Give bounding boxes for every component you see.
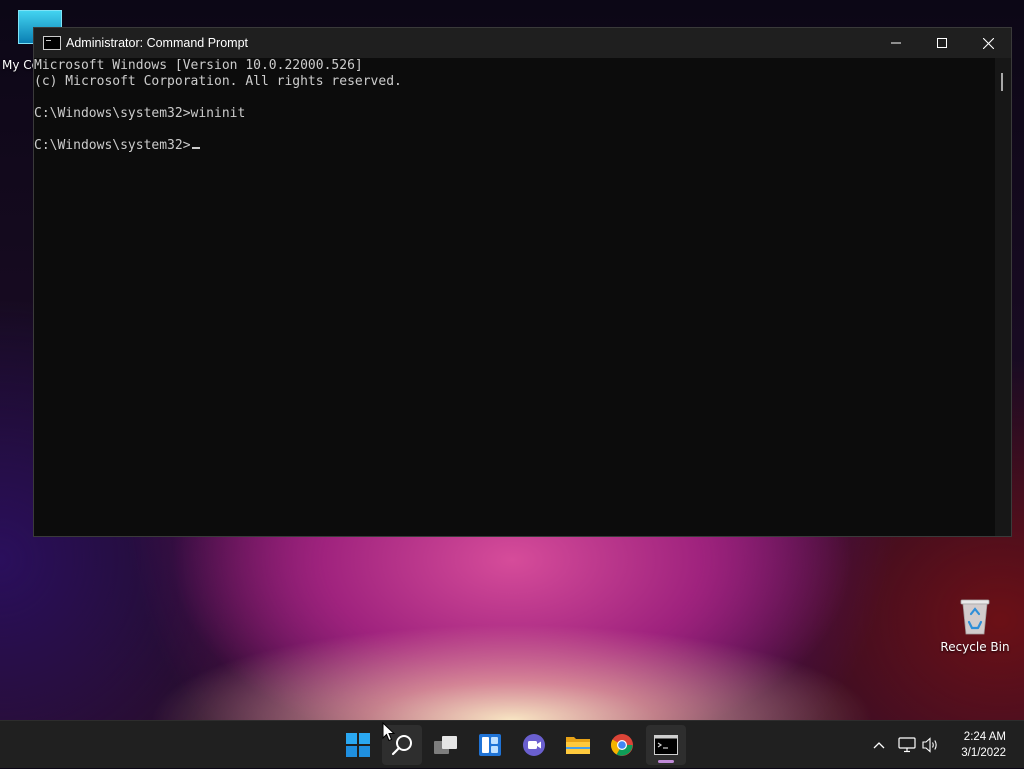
desktop-icon-label: Recycle Bin: [940, 640, 1010, 654]
widgets-button[interactable]: [470, 725, 510, 765]
recycle-bin-icon: [958, 596, 992, 636]
widgets-icon: [479, 734, 501, 756]
file-explorer-button[interactable]: [558, 725, 598, 765]
window-title: Administrator: Command Prompt: [66, 36, 249, 50]
folder-icon: [566, 737, 590, 754]
console-line: (c) Microsoft Corporation. All rights re…: [34, 74, 402, 89]
close-button[interactable]: [965, 28, 1011, 58]
clock-time: 2:24 AM: [963, 731, 1006, 743]
mouse-pointer-icon: [382, 722, 396, 742]
minimize-icon: [891, 42, 901, 44]
window-titlebar[interactable]: Administrator: Command Prompt: [34, 28, 1011, 58]
volume-icon: [922, 737, 937, 753]
volume-button[interactable]: [920, 721, 942, 769]
teams-chat-icon: [523, 734, 545, 756]
clock[interactable]: 2:24 AM 3/1/2022: [961, 729, 1006, 761]
chrome-button[interactable]: [602, 725, 642, 765]
text-cursor: [191, 147, 200, 149]
desktop-icon-recycle-bin[interactable]: Recycle Bin: [940, 596, 1010, 654]
console-prompt-line[interactable]: C:\Windows\system32>: [34, 138, 200, 154]
chevron-up-icon: [873, 742, 885, 749]
maximize-button[interactable]: [919, 28, 965, 58]
console-prompt: C:\Windows\system32>: [34, 138, 191, 153]
scrollbar-thumb[interactable]: [1001, 73, 1003, 91]
vertical-scrollbar[interactable]: [995, 58, 1011, 536]
chrome-icon: [611, 734, 633, 756]
show-hidden-icons-button[interactable]: [868, 721, 890, 769]
network-icon: [898, 737, 916, 753]
chat-button[interactable]: [514, 725, 554, 765]
active-app-indicator: [658, 760, 674, 763]
command-prompt-window[interactable]: Administrator: Command Prompt Microsoft …: [33, 27, 1012, 537]
console-output[interactable]: Microsoft Windows [Version 10.0.22000.52…: [34, 58, 995, 536]
network-button[interactable]: [896, 721, 918, 769]
clock-date: 3/1/2022: [961, 747, 1006, 759]
command-prompt-taskbar-button[interactable]: [646, 725, 686, 765]
cmd-app-icon: [43, 36, 61, 50]
terminal-icon: [654, 735, 678, 755]
windows-start-icon: [346, 733, 370, 757]
console-line: C:\Windows\system32>wininit: [34, 106, 246, 121]
console-line: Microsoft Windows [Version 10.0.22000.52…: [34, 58, 363, 73]
maximize-icon: [937, 38, 947, 48]
taskbar: 2:24 AM 3/1/2022: [0, 720, 1024, 768]
start-button[interactable]: [338, 725, 378, 765]
task-view-icon: [434, 736, 457, 754]
close-icon: [982, 37, 994, 49]
task-view-button[interactable]: [426, 725, 466, 765]
minimize-button[interactable]: [873, 28, 919, 58]
